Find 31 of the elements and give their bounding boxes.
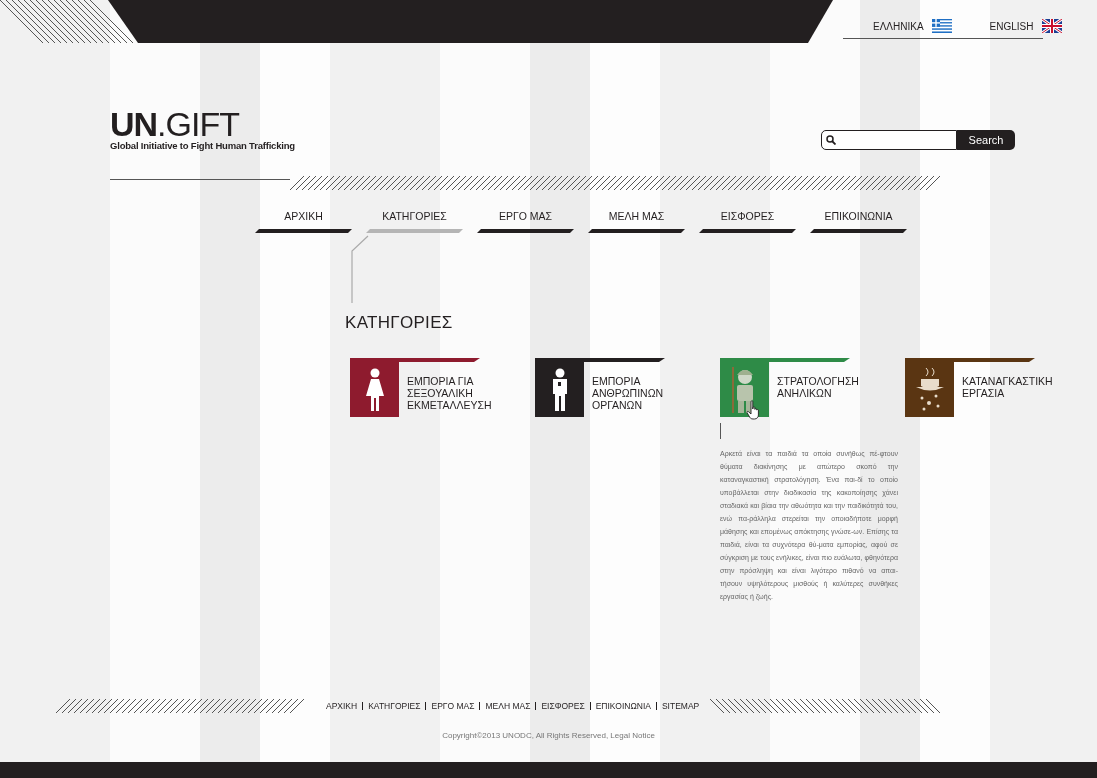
footer-link[interactable]: ΕΠΙΚΟΙΝΩΝΙΑ (590, 701, 656, 711)
category-link[interactable]: ΕΜΠΟΡΙΑ ΓΙΑ ΣΕΞΟΥΑΛΙΚΗ ΕΚΜΕΤΑΛΛΕΥΣΗ (350, 358, 505, 417)
language-link[interactable]: ENGLISH (989, 19, 1062, 33)
footer-link[interactable]: ΚΑΤΗΓΟΡΙΕΣ (363, 701, 426, 711)
hand-cursor-icon (746, 400, 762, 420)
footer-link[interactable]: ΕΙΣΦΟΡΕΣ (536, 701, 590, 711)
language-link[interactable]: ΕΛΛΗΝΙΚΑ (873, 19, 952, 33)
category-link[interactable]: ΕΜΠΟΡΙΑ ΑΝΘΡΩΠΙΝΩΝ ΟΡΓΑΝΩΝ (535, 358, 690, 417)
nav-tab[interactable]: ΑΡΧΙΚΗ (255, 210, 352, 233)
search-button[interactable]: Search (957, 130, 1015, 150)
logo-tagline: Global Initiative to Fight Human Trafficking (110, 140, 295, 151)
nav-tab[interactable]: ΜΕΛΗ ΜΑΣ (588, 210, 685, 233)
footer-link[interactable]: ΑΡΧΙΚΗ (321, 701, 363, 711)
footer-link[interactable]: ΕΡΓΟ ΜΑΣ (426, 701, 480, 711)
nav-tab[interactable]: ΕΙΣΦΟΡΕΣ (699, 210, 796, 233)
category-link[interactable]: ΚΑΤΑΝΑΓΚΑΣΤΙΚΗ ΕΡΓΑΣΙΑ (905, 358, 1060, 417)
nav-tab[interactable]: ΕΠΙΚΟΙΝΩΝΙΑ (810, 210, 907, 233)
logo-title: UN.GIFT (110, 108, 241, 140)
footer-link[interactable]: SITEMAP (656, 701, 705, 711)
nav-tab[interactable]: ΕΡΓΟ ΜΑΣ (477, 210, 574, 233)
page-heading: ΚΑΤΗΓΟΡΙΕΣ (345, 313, 454, 333)
nav-tab[interactable]: ΚΑΤΗΓΟΡΙΕΣ (366, 210, 463, 233)
flag-icon (931, 19, 952, 33)
flag-icon (1041, 19, 1062, 33)
connector-line (350, 235, 370, 303)
copyright-text: Copyright©2013 UNODC, All Rights Reserved, Legal Notice (442, 731, 655, 740)
footer-link[interactable]: ΜΕΛΗ ΜΑΣ (480, 701, 536, 711)
woman-icon (363, 367, 386, 412)
search-field[interactable] (821, 130, 957, 150)
search-icon (826, 135, 836, 145)
category-link[interactable]: ΣΤΡΑΤΟΛΟΓΗΣΗ ΑΝΗΛΙΚΩΝ (720, 358, 875, 417)
